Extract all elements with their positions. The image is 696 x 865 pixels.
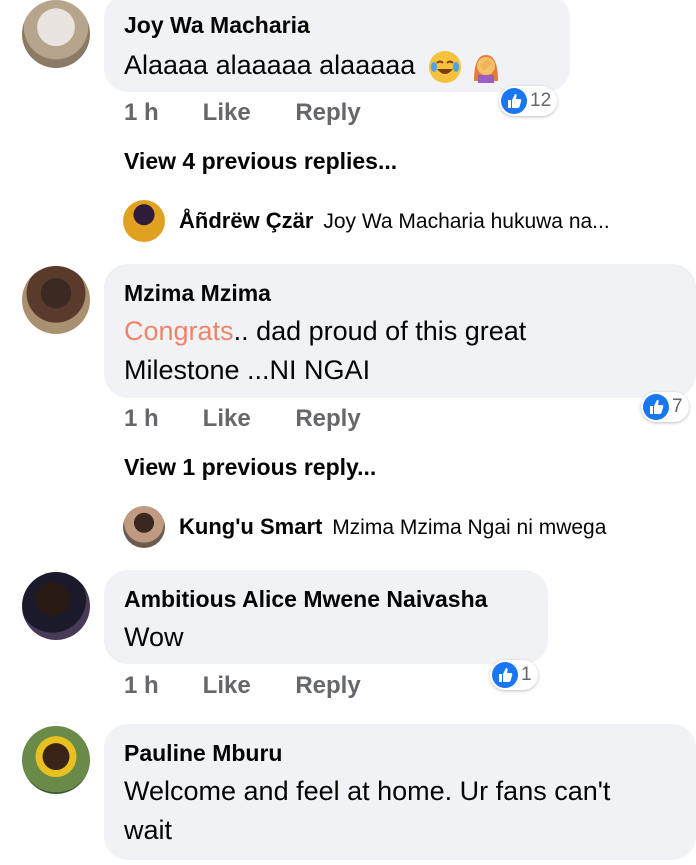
reaction-count[interactable]: 12 bbox=[499, 86, 558, 116]
reaction-count[interactable]: 7 bbox=[641, 392, 689, 422]
comment-text: Congrats.. dad proud of this great bbox=[124, 312, 526, 351]
avatar-mzima[interactable] bbox=[22, 266, 90, 334]
comment-text-line2: wait bbox=[124, 815, 173, 845]
view-previous-replies-link[interactable]: View 4 previous replies... bbox=[124, 148, 397, 175]
reply-text: Mzima Mzima Ngai ni mwega bbox=[332, 516, 607, 539]
reaction-count-value: 1 bbox=[521, 664, 532, 685]
comment-actions: 1 h Like Reply bbox=[124, 672, 361, 700]
facepalm-emoji-icon bbox=[470, 51, 502, 83]
like-button[interactable]: Like bbox=[203, 405, 289, 433]
reaction-count[interactable]: 1 bbox=[490, 660, 538, 690]
avatar-kungu[interactable] bbox=[123, 506, 165, 548]
reaction-count-value: 7 bbox=[672, 396, 683, 417]
like-button[interactable]: Like bbox=[203, 99, 289, 127]
congrats-highlight[interactable]: Congrats bbox=[124, 316, 234, 346]
reply-text: Joy Wa Macharia hukuwa na... bbox=[323, 210, 610, 233]
comment-actions: 1 h Like Reply bbox=[124, 99, 361, 127]
avatar-joy[interactable] bbox=[22, 0, 90, 68]
comment-text-body: Alaaaa alaaaaa alaaaaa bbox=[124, 50, 416, 80]
comment-text-line1: Welcome and feel at home. Ur fans can't bbox=[124, 776, 611, 806]
latest-reply[interactable]: Kung'u Smart Mzima Mzima Ngai ni mwega bbox=[179, 514, 606, 540]
avatar-alice[interactable] bbox=[22, 572, 90, 640]
reply-author[interactable]: Åñdrëw Çzär bbox=[179, 208, 313, 233]
comment-author[interactable]: Pauline Mburu bbox=[124, 740, 282, 767]
avatar-andrew[interactable] bbox=[123, 200, 165, 242]
reply-button[interactable]: Reply bbox=[295, 99, 360, 127]
comment-text: Alaaaa alaaaaa alaaaaa bbox=[124, 46, 502, 85]
comment-text-line1: .. dad proud of this great bbox=[233, 316, 527, 346]
view-previous-replies-link[interactable]: View 1 previous reply... bbox=[124, 454, 376, 481]
reply-button[interactable]: Reply bbox=[295, 672, 360, 700]
comment-time[interactable]: 1 h bbox=[124, 99, 196, 127]
avatar-pauline[interactable] bbox=[22, 726, 90, 794]
comment-text: Wow bbox=[124, 622, 184, 652]
like-reaction-icon bbox=[492, 662, 518, 688]
reply-author[interactable]: Kung'u Smart bbox=[179, 514, 322, 539]
joy-emoji-icon bbox=[428, 50, 461, 83]
comment-time[interactable]: 1 h bbox=[124, 672, 196, 700]
comment-author[interactable]: Mzima Mzima bbox=[124, 280, 271, 307]
comment-actions: 1 h Like Reply bbox=[124, 405, 361, 433]
reply-button[interactable]: Reply bbox=[295, 405, 360, 433]
like-reaction-icon bbox=[643, 394, 669, 420]
like-reaction-icon bbox=[501, 88, 527, 114]
comment-author[interactable]: Joy Wa Macharia bbox=[124, 12, 310, 39]
comment-time[interactable]: 1 h bbox=[124, 405, 196, 433]
comment-author[interactable]: Ambitious Alice Mwene Naivasha bbox=[124, 586, 487, 613]
like-button[interactable]: Like bbox=[203, 672, 289, 700]
latest-reply[interactable]: Åñdrëw Çzär Joy Wa Macharia hukuwa na... bbox=[179, 208, 610, 234]
reaction-count-value: 12 bbox=[530, 90, 552, 111]
comment-text-line2: Milestone ...NI NGAI bbox=[124, 355, 371, 385]
